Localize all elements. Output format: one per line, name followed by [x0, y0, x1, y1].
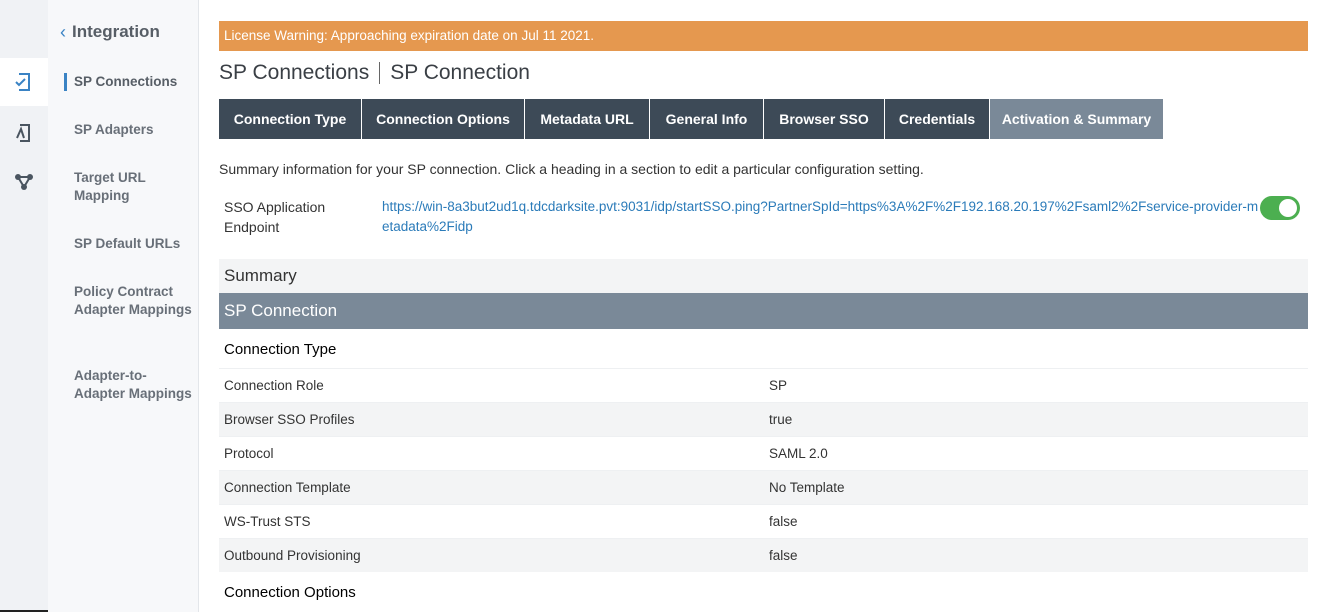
row-key: Connection Role [224, 378, 324, 393]
tab-general-info[interactable]: General Info [650, 99, 763, 139]
wizard-tabs: Connection Type Connection Options Metad… [219, 99, 1164, 139]
rail-adapters[interactable] [0, 109, 48, 157]
sidebar-item-sp-default-urls[interactable]: SP Default URLs [74, 235, 194, 253]
connection-type-table: Connection Role SP Browser SSO Profiles … [219, 368, 1308, 572]
icon-rail [0, 0, 48, 612]
tab-activation-summary[interactable]: Activation & Summary [990, 99, 1163, 139]
row-value: SAML 2.0 [769, 446, 828, 461]
table-row: Protocol SAML 2.0 [219, 436, 1308, 470]
sidebar-section-title: Integration [72, 22, 160, 41]
row-key: Outbound Provisioning [224, 548, 361, 563]
network-icon [15, 174, 33, 190]
sp-connection-header[interactable]: SP Connection [219, 293, 1308, 329]
adapter-icon [16, 124, 30, 142]
section-connection-type-heading[interactable]: Connection Type [224, 341, 336, 358]
toggle-knob [1279, 199, 1297, 217]
row-value: No Template [769, 480, 845, 495]
page-title: SP Connections SP Connection [219, 61, 530, 85]
sidebar-item-policy-contract-adapter-mappings[interactable]: Policy Contract Adapter Mappings [74, 283, 194, 319]
summary-header[interactable]: Summary [219, 259, 1308, 293]
rail-network[interactable] [0, 158, 48, 206]
row-value: SP [769, 378, 788, 393]
license-warning-banner: License Warning: Approaching expiration … [219, 21, 1308, 51]
table-row: Browser SSO Profiles true [219, 402, 1308, 436]
table-row: Connection Role SP [219, 368, 1308, 402]
table-row: Connection Template No Template [219, 470, 1308, 504]
row-value: false [769, 514, 798, 529]
main-content: License Warning: Approaching expiration … [219, 0, 1308, 612]
table-row: WS-Trust STS false [219, 504, 1308, 538]
back-to-integration[interactable]: ‹ Integration [60, 22, 160, 42]
table-row: Outbound Provisioning false [219, 538, 1308, 572]
row-key: Connection Template [224, 480, 351, 495]
tab-metadata-url[interactable]: Metadata URL [525, 99, 649, 139]
sidebar-item-adapter-to-adapter-mappings[interactable]: Adapter-to-Adapter Mappings [74, 367, 194, 403]
tab-connection-options[interactable]: Connection Options [362, 99, 524, 139]
breadcrumb-sp-connection: SP Connection [390, 61, 530, 84]
chevron-left-icon: ‹ [60, 22, 66, 42]
tab-browser-sso[interactable]: Browser SSO [764, 99, 884, 139]
tab-connection-type[interactable]: Connection Type [219, 99, 361, 139]
title-divider [379, 62, 381, 84]
row-key: Browser SSO Profiles [224, 412, 355, 427]
sso-endpoint-link[interactable]: https://win-8a3but2ud1q.tdcdarksite.pvt:… [382, 197, 1262, 237]
sidebar-item-target-url-mapping[interactable]: Target URL Mapping [74, 169, 194, 205]
rail-applications[interactable] [0, 58, 48, 106]
connection-status-toggle[interactable] [1260, 196, 1300, 220]
sidebar: ‹ Integration SP Connections SP Adapters… [48, 0, 199, 612]
sidebar-item-sp-adapters[interactable]: SP Adapters [74, 121, 194, 139]
summary-description: Summary information for your SP connecti… [219, 161, 924, 177]
sso-endpoint-label: SSO Application Endpoint [224, 199, 326, 235]
tab-credentials[interactable]: Credentials [885, 99, 989, 139]
row-key: Protocol [224, 446, 274, 461]
row-key: WS-Trust STS [224, 514, 311, 529]
sidebar-item-sp-connections[interactable]: SP Connections [64, 73, 194, 91]
row-value: true [769, 412, 793, 427]
breadcrumb-sp-connections: SP Connections [219, 61, 370, 84]
row-value: false [769, 548, 798, 563]
section-connection-options-heading[interactable]: Connection Options [224, 584, 356, 601]
connection-icon [15, 73, 30, 91]
